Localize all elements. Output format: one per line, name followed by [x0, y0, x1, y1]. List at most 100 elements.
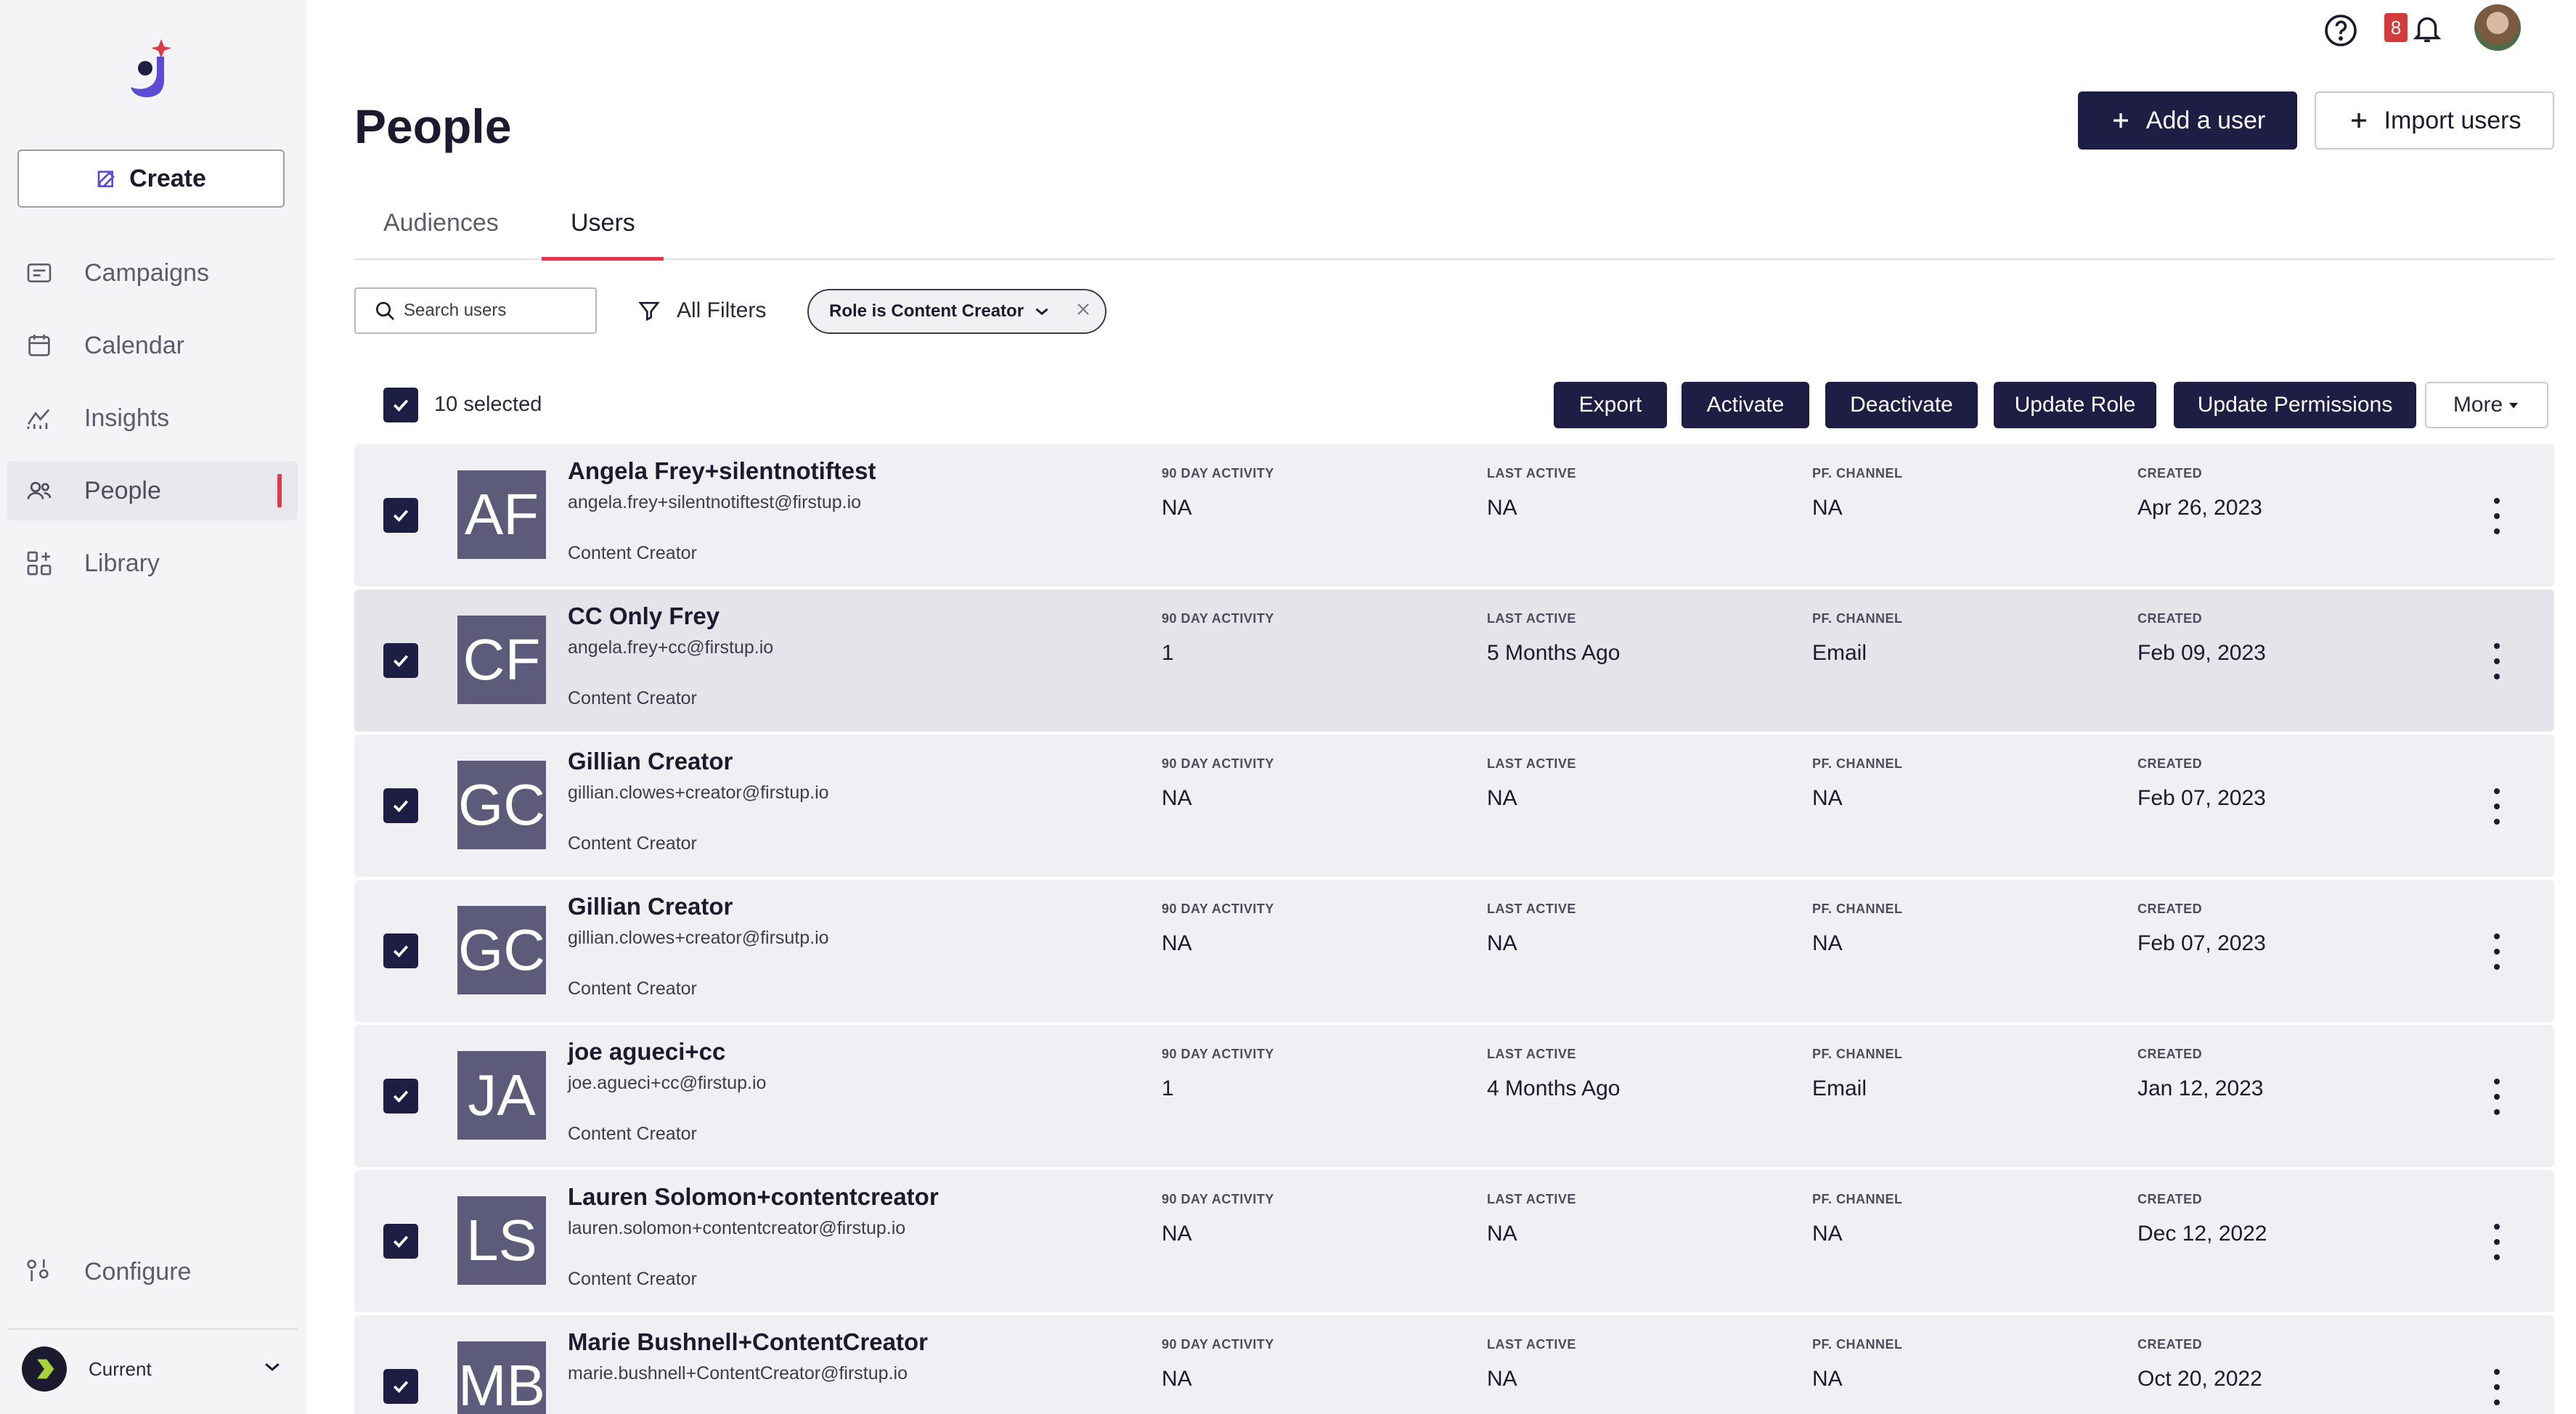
- column-label: CREATED: [2137, 1192, 2203, 1206]
- user-role: Content Creator: [568, 1269, 697, 1289]
- user-row[interactable]: GC Gillian Creator gillian.clowes+creato…: [354, 735, 2554, 877]
- tab-audiences[interactable]: Audiences: [383, 209, 499, 237]
- column-label: PF. CHANNEL: [1812, 1047, 1903, 1061]
- user-email: joe.agueci+cc@firstup.io: [568, 1073, 767, 1093]
- user-name[interactable]: Gillian Creator: [568, 748, 733, 775]
- role-filter-pill[interactable]: Role is Content Creator: [807, 289, 1106, 334]
- checkmark-icon: [393, 945, 409, 957]
- user-role: Content Creator: [568, 978, 697, 999]
- created-value: Feb 09, 2023: [2137, 641, 2266, 665]
- more-options-icon[interactable]: [2486, 1079, 2508, 1115]
- close-icon[interactable]: [1075, 301, 1092, 323]
- row-checkbox[interactable]: [383, 1369, 418, 1404]
- user-row[interactable]: LS Lauren Solomon+contentcreator lauren.…: [354, 1170, 2554, 1312]
- all-filters-button[interactable]: All Filters: [637, 293, 766, 328]
- update-permissions-button[interactable]: Update Permissions: [2174, 382, 2416, 428]
- user-row[interactable]: JA joe agueci+cc joe.agueci+cc@firstup.i…: [354, 1025, 2554, 1167]
- more-options-icon[interactable]: [2486, 1369, 2508, 1405]
- user-avatar[interactable]: [2474, 4, 2521, 51]
- last-active-column: LAST ACTIVE NA: [1487, 1337, 1576, 1391]
- user-name[interactable]: CC Only Frey: [568, 602, 720, 630]
- created-column: CREATED Apr 26, 2023: [2137, 466, 2262, 520]
- more-options-icon[interactable]: [2486, 498, 2508, 534]
- deactivate-button[interactable]: Deactivate: [1825, 382, 1978, 428]
- plus-icon: [2113, 113, 2128, 128]
- row-checkbox[interactable]: [383, 1224, 418, 1259]
- export-button[interactable]: Export: [1554, 382, 1667, 428]
- user-row[interactable]: CF CC Only Frey angela.frey+cc@firstup.i…: [354, 589, 2554, 732]
- activate-button[interactable]: Activate: [1682, 382, 1809, 428]
- search-placeholder: Search users: [404, 301, 507, 320]
- created-column: CREATED Oct 20, 2022: [2137, 1337, 2262, 1391]
- checkmark-icon: [393, 800, 409, 812]
- search-input[interactable]: Search users: [354, 287, 597, 334]
- update-role-button[interactable]: Update Role: [1994, 382, 2156, 428]
- more-options-icon[interactable]: [2486, 643, 2508, 679]
- activity-value: NA: [1162, 1222, 1192, 1246]
- sidebar-item-insights[interactable]: Insights: [7, 388, 298, 448]
- checkmark-icon: [393, 655, 409, 667]
- column-label: CREATED: [2137, 1047, 2203, 1061]
- sidebar-item-calendar[interactable]: Calendar: [7, 316, 298, 375]
- sidebar-item-library[interactable]: Library: [7, 534, 298, 593]
- activity-column: 90 DAY ACTIVITY 1: [1162, 611, 1274, 666]
- row-checkbox[interactable]: [383, 498, 418, 533]
- column-label: LAST ACTIVE: [1487, 1047, 1576, 1061]
- bell-icon[interactable]: [2410, 12, 2444, 49]
- column-label: CREATED: [2137, 756, 2203, 771]
- more-options-icon[interactable]: [2486, 933, 2508, 970]
- column-label: PF. CHANNEL: [1812, 756, 1903, 771]
- user-role: Content Creator: [568, 833, 697, 854]
- role-filter-label: Role is Content Creator: [829, 301, 1024, 321]
- tab-users[interactable]: Users: [571, 209, 635, 237]
- column-label: PF. CHANNEL: [1812, 1192, 1903, 1206]
- avatar: CF: [457, 616, 546, 704]
- user-row[interactable]: AF Angela Frey+silentnotiftest angela.fr…: [354, 444, 2554, 587]
- activity-column: 90 DAY ACTIVITY NA: [1162, 466, 1274, 520]
- program-label: Current: [89, 1357, 152, 1380]
- row-checkbox[interactable]: [383, 933, 418, 968]
- sidebar-item-label: People: [84, 476, 161, 504]
- last-active-value: NA: [1487, 1222, 1517, 1246]
- create-button[interactable]: Create: [17, 150, 285, 208]
- program-switcher[interactable]: Current: [22, 1346, 290, 1391]
- user-name[interactable]: Marie Bushnell+ContentCreator: [568, 1328, 928, 1356]
- created-value: Apr 26, 2023: [2137, 496, 2262, 520]
- more-button[interactable]: More: [2425, 382, 2548, 428]
- more-options-icon[interactable]: [2486, 788, 2508, 825]
- column-label: PF. CHANNEL: [1812, 902, 1903, 916]
- column-label: 90 DAY ACTIVITY: [1162, 611, 1274, 626]
- select-all-checkbox[interactable]: [383, 388, 418, 422]
- insights-icon: [23, 402, 55, 434]
- user-name[interactable]: Angela Frey+silentnotiftest: [568, 457, 876, 485]
- user-row[interactable]: GC Gillian Creator gillian.clowes+creato…: [354, 880, 2554, 1022]
- avatar: JA: [457, 1051, 546, 1140]
- column-label: 90 DAY ACTIVITY: [1162, 756, 1274, 771]
- app-logo[interactable]: [123, 38, 182, 103]
- row-checkbox[interactable]: [383, 643, 418, 678]
- user-name[interactable]: Gillian Creator: [568, 893, 733, 920]
- last-active-value: 4 Months Ago: [1487, 1076, 1621, 1100]
- channel-value: Email: [1812, 1076, 1867, 1100]
- import-users-button[interactable]: Import users: [2315, 91, 2554, 150]
- last-active-column: LAST ACTIVE NA: [1487, 902, 1576, 956]
- column-label: CREATED: [2137, 466, 2203, 481]
- help-icon[interactable]: [2323, 13, 2358, 52]
- user-name[interactable]: joe agueci+cc: [568, 1038, 725, 1066]
- sidebar-item-people[interactable]: People: [7, 461, 298, 520]
- add-user-label: Add a user: [2145, 106, 2266, 134]
- more-label: More: [2453, 393, 2503, 417]
- more-options-icon[interactable]: [2486, 1224, 2508, 1260]
- row-checkbox[interactable]: [383, 788, 418, 823]
- add-user-button[interactable]: Add a user: [2078, 91, 2297, 150]
- user-name[interactable]: Lauren Solomon+contentcreator: [568, 1183, 939, 1211]
- sidebar-item-configure[interactable]: Configure: [23, 1256, 191, 1288]
- sidebar-item-campaigns[interactable]: Campaigns: [7, 243, 298, 303]
- row-checkbox[interactable]: [383, 1079, 418, 1113]
- column-label: CREATED: [2137, 902, 2203, 916]
- activity-value: NA: [1162, 1367, 1192, 1391]
- user-row[interactable]: MB Marie Bushnell+ContentCreator marie.b…: [354, 1315, 2554, 1414]
- channel-column: PF. CHANNEL NA: [1812, 466, 1903, 520]
- campaigns-icon: [23, 257, 55, 289]
- sidebar-item-label: Insights: [84, 404, 170, 432]
